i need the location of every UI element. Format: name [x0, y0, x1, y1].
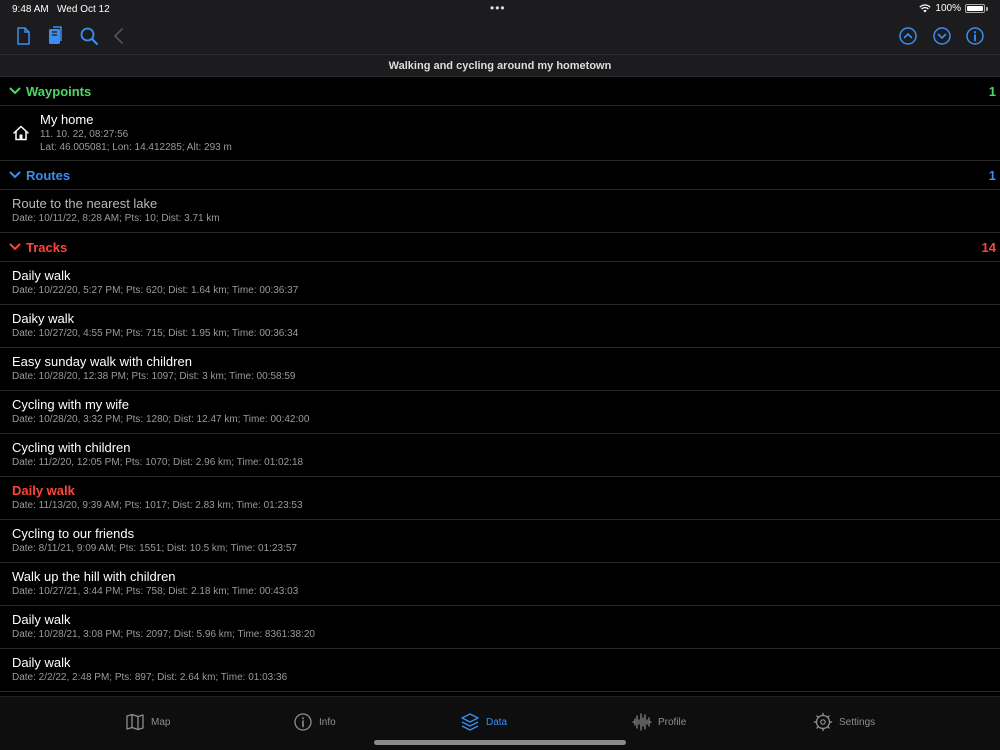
document-icon[interactable]: [12, 25, 34, 47]
track-row[interactable]: Daily walk Date: 10/28/21, 3:08 PM; Pts:…: [0, 606, 1000, 649]
waveform-icon: [632, 713, 652, 731]
track-details: Date: 10/28/20, 12:38 PM; Pts: 1097; Dis…: [12, 371, 296, 382]
scroll-down-icon[interactable]: [931, 25, 953, 47]
track-details: Date: 10/28/21, 3:08 PM; Pts: 2097; Dist…: [12, 629, 315, 640]
track-row[interactable]: Walk up the hill with children Date: 10/…: [0, 563, 1000, 606]
route-details: Date: 10/11/22, 8:28 AM; Pts: 10; Dist: …: [12, 213, 220, 224]
scroll-up-icon[interactable]: [897, 25, 919, 47]
section-count: 1: [988, 168, 996, 183]
map-icon: [126, 713, 144, 731]
status-right: 100%: [919, 3, 988, 14]
chevron-down-icon: [9, 171, 21, 179]
document-title: Walking and cycling around my hometown: [0, 54, 1000, 77]
tab-label: Map: [151, 716, 171, 728]
route-row[interactable]: Route to the nearest lake Date: 10/11/22…: [0, 190, 1000, 233]
track-row-selected[interactable]: Daily walk Date: 11/13/20, 9:39 AM; Pts:…: [0, 477, 1000, 520]
info-icon: [294, 713, 312, 731]
info-circle-icon[interactable]: [964, 25, 986, 47]
tab-data[interactable]: Data: [460, 712, 507, 732]
status-time: 9:48 AM Wed Oct 12: [12, 4, 110, 15]
track-details: Date: 10/27/20, 4:55 PM; Pts: 715; Dist:…: [12, 328, 299, 339]
layers-icon: [461, 713, 479, 731]
section-tracks[interactable]: Tracks 14: [0, 233, 1000, 262]
section-waypoints[interactable]: Waypoints 1: [0, 77, 1000, 106]
section-routes[interactable]: Routes 1: [0, 161, 1000, 190]
track-name: Daily walk: [12, 268, 71, 283]
track-details: Date: 2/2/22, 2:48 PM; Pts: 897; Dist: 2…: [12, 672, 288, 683]
track-details: Date: 11/2/20, 12:05 PM; Pts: 1070; Dist…: [12, 457, 304, 468]
tab-settings[interactable]: Settings: [813, 712, 875, 732]
home-indicator[interactable]: [374, 740, 626, 745]
track-name: Cycling to our friends: [12, 526, 135, 541]
tab-label: Info: [319, 716, 336, 728]
waypoint-row[interactable]: My home 11. 10. 22, 08:27:56 Lat: 46.005…: [0, 106, 1000, 161]
track-row[interactable]: Easy sunday walk with children Date: 10/…: [0, 348, 1000, 391]
track-details: Date: 11/13/20, 9:39 AM; Pts: 1017; Dist…: [12, 500, 303, 511]
chevron-down-icon: [9, 87, 21, 95]
multitasking-dots[interactable]: •••: [490, 1, 506, 15]
track-name: Daily walk: [12, 612, 71, 627]
section-title: Waypoints: [26, 84, 92, 99]
track-name: Daiky walk: [12, 311, 75, 326]
track-row[interactable]: Cycling to our friends Date: 8/11/21, 9:…: [0, 520, 1000, 563]
tab-map[interactable]: Map: [125, 712, 170, 732]
waypoint-name: My home: [40, 112, 94, 127]
waypoint-coords: Lat: 46.005081; Lon: 14.412285; Alt: 293…: [40, 142, 232, 153]
track-name: Walk up the hill with children: [12, 569, 176, 584]
battery-percent: 100%: [935, 3, 961, 14]
track-name: Cycling with children: [12, 440, 131, 455]
data-list: Waypoints 1 My home 11. 10. 22, 08:27:56…: [0, 77, 1000, 692]
gear-icon: [813, 712, 833, 732]
track-row[interactable]: Daily walk Date: 2/2/22, 2:48 PM; Pts: 8…: [0, 649, 1000, 692]
tab-profile[interactable]: Profile: [632, 712, 686, 732]
back-chevron-icon[interactable]: [108, 25, 130, 47]
toolbar: [0, 18, 1000, 54]
tab-info[interactable]: Info: [293, 712, 336, 732]
section-count: 1: [988, 84, 996, 99]
tab-label: Data: [486, 716, 508, 728]
track-row[interactable]: Cycling with my wife Date: 10/28/20, 3:3…: [0, 391, 1000, 434]
status-bar: 9:48 AM Wed Oct 12 ••• 100%: [0, 0, 1000, 18]
track-row[interactable]: Cycling with children Date: 11/2/20, 12:…: [0, 434, 1000, 477]
track-details: Date: 10/27/21, 3:44 PM; Pts: 758; Dist:…: [12, 586, 299, 597]
track-details: Date: 8/11/21, 9:09 AM; Pts: 1551; Dist:…: [12, 543, 297, 554]
wifi-icon: [919, 4, 932, 13]
track-name: Daily walk: [12, 483, 75, 498]
route-name: Route to the nearest lake: [12, 196, 158, 211]
track-name: Cycling with my wife: [12, 397, 130, 412]
tab-label: Profile: [658, 716, 687, 728]
chevron-down-icon: [9, 243, 21, 251]
tab-label: Settings: [839, 716, 876, 728]
home-icon: [13, 125, 29, 141]
documents-icon[interactable]: [44, 25, 66, 47]
track-name: Easy sunday walk with children: [12, 354, 192, 369]
track-details: Date: 10/28/20, 3:32 PM; Pts: 1280; Dist…: [12, 414, 310, 425]
section-title: Routes: [26, 168, 71, 183]
track-row[interactable]: Daiky walk Date: 10/27/20, 4:55 PM; Pts:…: [0, 305, 1000, 348]
section-title: Tracks: [26, 240, 68, 255]
section-count: 14: [981, 240, 996, 255]
battery-icon: [965, 4, 985, 13]
track-name: Daily walk: [12, 655, 71, 670]
waypoint-datetime: 11. 10. 22, 08:27:56: [40, 129, 129, 140]
search-icon[interactable]: [78, 25, 100, 47]
track-row[interactable]: Daily walk Date: 10/22/20, 5:27 PM; Pts:…: [0, 262, 1000, 305]
track-details: Date: 10/22/20, 5:27 PM; Pts: 620; Dist:…: [12, 285, 299, 296]
